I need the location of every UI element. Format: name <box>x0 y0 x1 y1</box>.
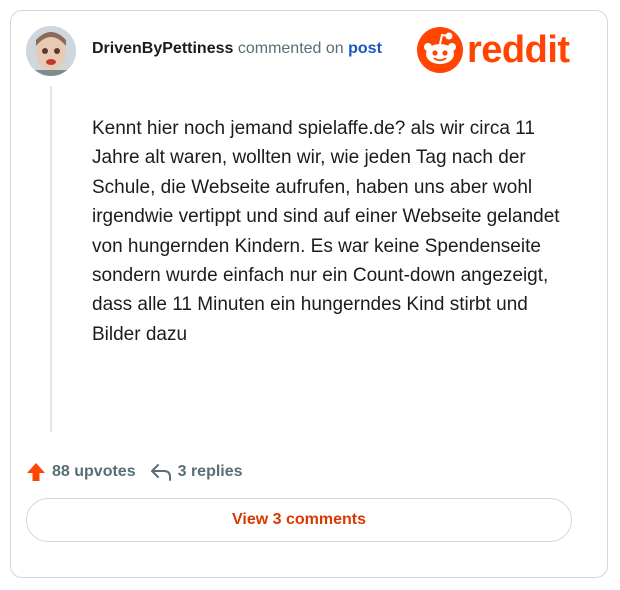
reddit-logo[interactable]: reddit <box>417 27 570 73</box>
reply-arrow-icon <box>150 464 171 481</box>
username[interactable]: DrivenByPettiness <box>92 40 233 57</box>
view-comments-button[interactable]: View 3 comments <box>26 498 572 542</box>
avatar-image <box>26 26 76 76</box>
action-text: commented on <box>233 40 349 57</box>
upvotes-count: 88 upvotes <box>52 463 136 480</box>
reddit-alien-icon <box>417 27 463 73</box>
arrow-up-icon <box>27 463 45 481</box>
replies-button[interactable]: 3 replies <box>150 462 243 482</box>
thread-line <box>50 86 52 432</box>
replies-count: 3 replies <box>177 463 243 480</box>
comment-header: DrivenByPettiness commented on post <box>92 40 382 58</box>
post-link[interactable]: post <box>348 40 382 57</box>
comment-actions: 88 upvotes 3 replies <box>26 462 243 482</box>
comment-body: Kennt hier noch jemand spielaffe.de? als… <box>92 118 560 345</box>
avatar[interactable] <box>26 26 76 76</box>
upvote-button[interactable]: 88 upvotes <box>26 462 136 482</box>
reddit-wordmark: reddit <box>467 29 570 71</box>
